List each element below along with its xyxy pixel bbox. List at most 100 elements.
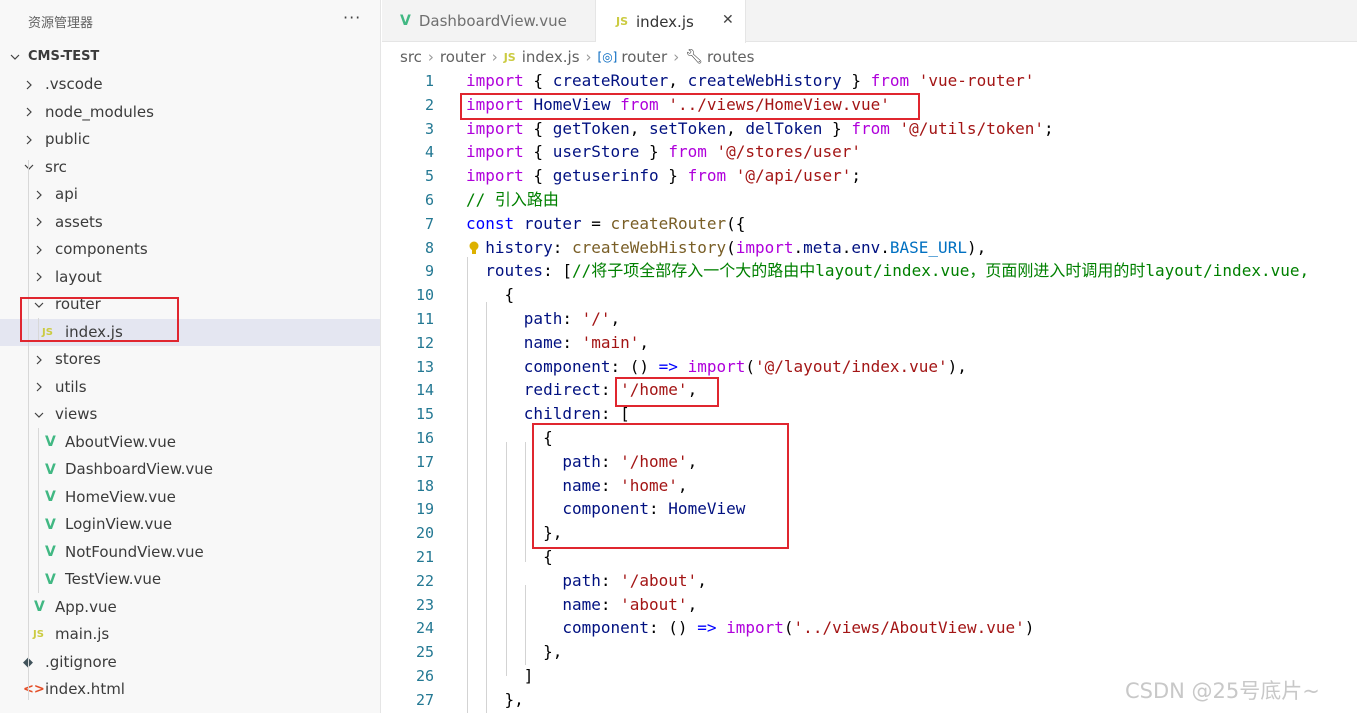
tree-item-label: TestView.vue [65,570,162,588]
vue-file-icon: V [34,599,45,615]
line-number: 8 [424,238,434,257]
vue-file-icon: V [400,13,411,29]
tree-item-assets[interactable]: assets [0,209,380,236]
code-line[interactable]: routes: [//将子项全部存入一个大的路由中layout/index.vu… [466,259,1309,283]
line-number: 21 [415,548,434,566]
code-line[interactable]: { [466,283,515,307]
tree-item-testview-vue[interactable]: V TestView.vue [0,566,380,593]
annotation-box [20,297,179,342]
line-number: 19 [415,500,434,519]
tree-item-stores[interactable]: stores [0,346,380,373]
js-file-icon: JS [616,15,629,28]
tree-item-views[interactable]: views [0,401,380,428]
code-line[interactable]: component: () => import('../views/AboutV… [466,616,1034,640]
code-line[interactable]: path: '/about', [466,569,707,593]
breadcrumb-router-symbol[interactable]: router [621,48,667,66]
tree-item-vscode[interactable]: .vscode [0,71,380,98]
line-number: 22 [415,571,434,590]
tab-label: DashboardView.vue [418,12,567,30]
annotation-box [615,377,719,407]
line-number: 13 [415,357,434,376]
code-line[interactable]: history: createWebHistory(import.meta.en… [466,236,986,260]
tree-item-label: index.html [45,680,125,698]
line-number: 4 [424,143,434,162]
explorer-header: 资源管理器 ··· [0,0,380,42]
tree-item-label: src [45,157,67,176]
line-number: 11 [415,310,434,328]
chevron-right-icon [32,181,46,208]
tree-item-homeview-vue[interactable]: V HomeView.vue [0,484,380,511]
tree-item-notfoundview-vue[interactable]: V NotFoundView.vue [0,539,380,566]
code-line[interactable]: path: '/', [466,307,620,331]
line-number: 2 [424,95,434,114]
close-icon[interactable]: ✕ [722,12,734,28]
wrench-icon: 🔧︎ [685,49,703,65]
code-editor[interactable]: 1 import { createRouter, createWebHistory… [382,70,1357,713]
tree-item-public[interactable]: public [0,126,380,153]
tab-dashboardview[interactable]: V DashboardView.vue [382,0,596,42]
chevron-right-icon: › [491,48,498,66]
tree-item-node-modules[interactable]: node_modules [0,99,380,126]
line-number: 20 [415,524,434,543]
indent-guide [525,442,526,562]
line-number: 26 [415,667,434,685]
line-number: 1 [424,72,434,90]
breadcrumb-routes[interactable]: routes [707,48,754,66]
vue-file-icon: V [45,516,56,533]
tree-item-label: stores [55,350,101,368]
tree-item-label: public [45,130,91,148]
tree-item-index-html[interactable]: <> index.html [0,676,380,703]
tree-item-label: AboutView.vue [65,432,176,451]
tab-index-js[interactable]: JS index.js ✕ [596,0,746,43]
tree-item-label: layout [55,267,102,286]
indent-guide [467,257,468,713]
annotation-box [460,93,920,120]
code-line[interactable]: ] [466,664,534,688]
tree-item-loginview-vue[interactable]: V LoginView.vue [0,511,380,538]
breadcrumb-src[interactable]: src [400,48,422,66]
code-line[interactable]: import { createRouter, createWebHistory … [466,70,1034,93]
vue-file-icon: V [45,461,56,478]
html-file-icon: <> [23,682,45,697]
tree-item-utils[interactable]: utils [0,374,380,401]
code-line[interactable]: import { userStore } from '@/stores/user… [466,140,861,164]
tree-item-app-vue[interactable]: V App.vue [0,594,380,621]
code-line[interactable]: import { getuserinfo } from '@/api/user'… [466,164,861,188]
tree-item-label: assets [55,212,103,231]
lightbulb-icon[interactable] [469,240,479,254]
code-line[interactable]: }, [466,688,524,712]
tree-item-gitignore[interactable]: ◆.gitignore [0,649,380,676]
code-line[interactable]: name: 'about', [466,593,697,617]
tree-item-src[interactable]: src [0,154,380,181]
chevron-right-icon: › [673,48,680,66]
tree-item-components[interactable]: components [0,236,380,263]
tree-item-api[interactable]: api [0,181,380,208]
tree-item-label: views [55,405,98,423]
tree-item-dashboardview-vue[interactable]: V DashboardView.vue [0,456,380,483]
tree-item-label: node_modules [45,102,154,121]
tree-item-aboutview-vue[interactable]: V AboutView.vue [0,429,380,456]
indent-guide [486,302,487,713]
line-number: 25 [415,643,434,662]
code-line[interactable]: const router = createRouter({ [466,212,745,236]
chevron-right-icon [32,209,46,236]
chevron-right-icon [22,99,36,126]
tree-item-label: .gitignore [45,652,117,671]
code-line[interactable]: component: () => import('@/layout/index.… [466,355,967,379]
line-number: 16 [415,429,434,447]
line-number: 6 [424,191,434,209]
more-actions-icon[interactable]: ··· [343,8,361,27]
annotation-box [532,423,789,549]
breadcrumb-router-folder[interactable]: router [440,48,486,66]
chevron-right-icon [32,236,46,263]
code-line[interactable]: name: 'main', [466,331,649,355]
code-line[interactable]: import { getToken, setToken, delToken } … [466,117,1054,141]
tree-item-main-js[interactable]: JS main.js [0,621,380,648]
code-line[interactable]: // 引入路由 [466,188,559,212]
line-number: 18 [415,476,434,495]
project-root[interactable]: CMS-TEST [0,43,380,70]
tree-item-layout[interactable]: layout [0,264,380,291]
tree-item-label: api [55,185,78,203]
breadcrumb-index-js[interactable]: index.js [522,48,580,66]
code-line[interactable]: }, [466,640,562,664]
